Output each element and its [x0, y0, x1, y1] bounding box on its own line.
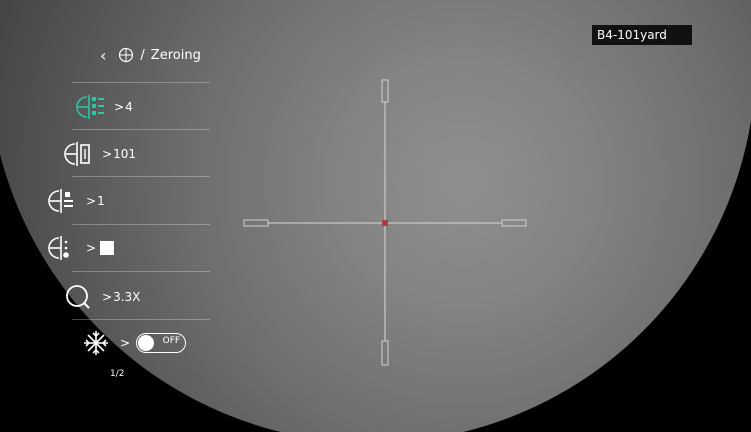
menu-item-zoom[interactable]: > 3.3X [50, 282, 140, 312]
menu-item-reticle-color[interactable]: > [48, 233, 115, 263]
menu-item-reticle-list[interactable]: > 4 [50, 92, 133, 122]
reticle-list-icon [70, 93, 110, 121]
menu-item-reticle-distance[interactable]: > 101 [50, 139, 136, 169]
menu-header: ‹ / Zeroing [100, 44, 201, 66]
item-arrow: > [102, 290, 113, 304]
item-arrow: > [102, 147, 113, 161]
menu-item-reticle-style[interactable]: > 1 [48, 186, 105, 216]
menu-item-freeze[interactable]: > OFF [50, 328, 187, 358]
toggle-label: OFF [162, 336, 181, 346]
divider [72, 129, 210, 130]
reticle-color-swatch [100, 241, 115, 255]
scope-view: B4-101yard ‹ / Zeroing > 4 > 101 > 1 > >… [0, 0, 751, 432]
divider [72, 224, 210, 225]
toggle-knob [138, 335, 155, 351]
divider [72, 271, 210, 272]
item-value: 101 [113, 147, 136, 161]
crosshair-icon [119, 47, 134, 63]
item-arrow: > [120, 336, 131, 350]
zoom-icon [58, 283, 98, 311]
item-arrow: > [86, 241, 97, 255]
item-arrow: > [86, 194, 97, 208]
item-value: 3.3X [113, 290, 141, 304]
freeze-icon [76, 329, 116, 357]
pagination: 1/2 [110, 369, 125, 379]
item-value: 4 [125, 100, 133, 114]
reticle-color-icon [42, 234, 82, 262]
header-separator: / [140, 47, 145, 63]
page-title: Zeroing [150, 47, 201, 63]
chevron-left-icon[interactable]: ‹ [100, 46, 106, 65]
reticle-distance-icon [58, 140, 98, 168]
divider [72, 82, 210, 83]
divider [72, 176, 210, 177]
zero-profile-badge: B4-101yard [592, 25, 692, 45]
reticle-style-icon [42, 187, 82, 215]
item-value: 1 [97, 194, 105, 208]
item-arrow: > [114, 100, 125, 114]
divider [72, 319, 210, 320]
freeze-toggle[interactable]: OFF [136, 333, 187, 353]
